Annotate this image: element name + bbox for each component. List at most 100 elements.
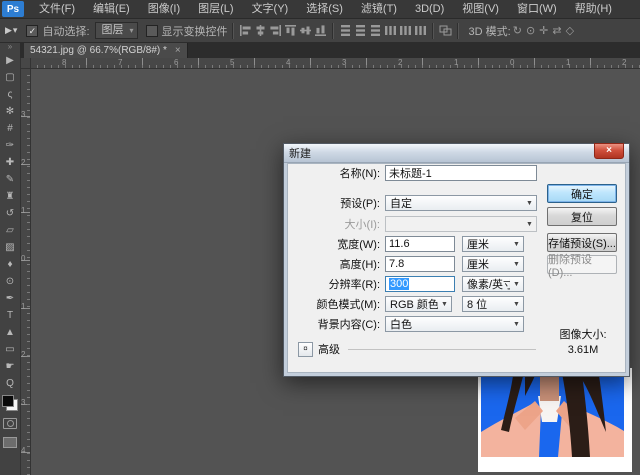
align-top-edges-icon[interactable] xyxy=(284,24,297,37)
hand-tool[interactable]: ☛ xyxy=(1,358,19,375)
dialog-title-bar[interactable]: 新建 × xyxy=(284,144,629,163)
pen-tool[interactable]: ✒ xyxy=(1,290,19,307)
menu-type[interactable]: 文字(Y) xyxy=(243,0,298,18)
3d-roll-icon[interactable]: ⊙ xyxy=(526,24,535,37)
3d-slide-icon[interactable]: ⇄ xyxy=(552,24,561,37)
path-selection-tool[interactable]: ▲ xyxy=(1,324,19,341)
vertical-ruler[interactable]: 3 2 1 0 1 2 3 4 xyxy=(20,68,31,475)
width-unit-dropdown[interactable]: 厘米 ▼ xyxy=(462,236,524,252)
save-preset-button[interactable]: 存储预设(S)... xyxy=(547,233,617,252)
delete-preset-button: 删除预设(D)... xyxy=(547,255,617,274)
menu-help[interactable]: 帮助(H) xyxy=(566,0,621,18)
eraser-tool[interactable]: ▱ xyxy=(1,222,19,239)
collapse-panel-icon[interactable]: » xyxy=(8,42,12,52)
horizontal-ruler[interactable]: 8 7 6 5 4 3 2 1 0 1 2 xyxy=(30,58,640,69)
resolution-input[interactable]: 300 xyxy=(385,276,455,292)
menu-file[interactable]: 文件(F) xyxy=(30,0,84,18)
width-input[interactable]: 11.6 xyxy=(385,236,455,252)
divider xyxy=(348,349,536,350)
name-input[interactable]: 未标题-1 xyxy=(385,165,537,181)
color-depth-dropdown[interactable]: 8 位 ▼ xyxy=(462,296,524,312)
distribute-horizontal-centers-icon[interactable] xyxy=(399,24,412,37)
zoom-tool[interactable]: Q xyxy=(1,375,19,392)
quick-selection-tool[interactable]: ✻ xyxy=(1,103,19,120)
width-label: 宽度(W): xyxy=(288,236,385,252)
distribute-bottom-edges-icon[interactable] xyxy=(369,24,382,37)
chevron-down-icon: ▼ xyxy=(510,281,523,288)
resolution-label: 分辨率(R): xyxy=(288,276,385,292)
menu-edit[interactable]: 编辑(E) xyxy=(84,0,139,18)
distribute-vertical-centers-icon[interactable] xyxy=(354,24,367,37)
distribute-left-edges-icon[interactable] xyxy=(384,24,397,37)
menu-filter[interactable]: 滤镜(T) xyxy=(352,0,406,18)
auto-align-layers-icon[interactable] xyxy=(439,24,452,37)
3d-pan-icon[interactable]: ✛ xyxy=(539,24,548,37)
color-mode-dropdown[interactable]: RGB 颜色 ▼ xyxy=(385,296,452,312)
screen-mode-button[interactable] xyxy=(3,437,17,448)
align-left-edges-icon[interactable] xyxy=(239,24,252,37)
foreground-color-swatch[interactable] xyxy=(2,395,14,407)
blur-tool[interactable]: ♦ xyxy=(1,256,19,273)
size-label: 大小(I): xyxy=(288,216,385,232)
align-horizontal-centers-icon[interactable] xyxy=(254,24,267,37)
auto-select-checkbox[interactable]: ✓ xyxy=(26,25,38,37)
align-bottom-edges-icon[interactable] xyxy=(314,24,327,37)
menu-image[interactable]: 图像(I) xyxy=(139,0,189,18)
clone-stamp-tool[interactable]: ♜ xyxy=(1,188,19,205)
auto-select-target-dropdown[interactable]: 图层 ▾ xyxy=(95,22,138,39)
lasso-tool[interactable]: ς xyxy=(1,86,19,103)
type-tool[interactable]: T xyxy=(1,307,19,324)
chevron-down-icon: ▾ xyxy=(130,23,134,38)
document-tab[interactable]: 54321.jpg @ 66.7%(RGB/8#) * × xyxy=(24,42,188,58)
chevron-down-icon: ▼ xyxy=(523,221,536,228)
crop-tool[interactable]: # xyxy=(1,120,19,137)
spot-healing-brush-tool[interactable]: ✚ xyxy=(1,154,19,171)
rectangle-tool[interactable]: ▭ xyxy=(1,341,19,358)
height-unit-dropdown[interactable]: 厘米 ▼ xyxy=(462,256,524,272)
color-depth-value: 8 位 xyxy=(467,296,510,312)
menu-select[interactable]: 选择(S) xyxy=(297,0,352,18)
dodge-tool[interactable]: ⊙ xyxy=(1,273,19,290)
history-brush-tool[interactable]: ↺ xyxy=(1,205,19,222)
preset-dropdown[interactable]: 自定 ▼ xyxy=(385,195,537,211)
tool-preset-picker-icon[interactable]: ▶▾ xyxy=(5,25,18,36)
3d-scale-icon[interactable]: ◇ xyxy=(566,24,574,37)
background-value: 白色 xyxy=(390,316,510,332)
menu-view[interactable]: 视图(V) xyxy=(453,0,508,18)
gradient-tool[interactable]: ▨ xyxy=(1,239,19,256)
menu-3d[interactable]: 3D(D) xyxy=(406,0,453,18)
auto-select-label: 自动选择: xyxy=(42,23,89,39)
id-photo-image xyxy=(478,368,632,472)
background-label: 背景内容(C): xyxy=(288,316,385,332)
distribute-right-edges-icon[interactable] xyxy=(414,24,427,37)
document-tab-title: 54321.jpg @ 66.7%(RGB/8#) * xyxy=(30,45,167,56)
close-icon[interactable]: × xyxy=(175,45,181,56)
height-input[interactable]: 7.8 xyxy=(385,256,455,272)
show-transform-checkbox[interactable] xyxy=(146,25,158,37)
menu-window[interactable]: 窗口(W) xyxy=(508,0,566,18)
3d-rotate-icon[interactable]: ↻ xyxy=(513,24,522,37)
eyedropper-tool[interactable]: ✑ xyxy=(1,137,19,154)
rectangular-marquee-tool[interactable]: ▢ xyxy=(1,69,19,86)
tool-options-bar: ▶▾ ✓ 自动选择: 图层 ▾ 显示变换控件 3D 模式: ↻ ⊙ ✛ ⇄ ◇ xyxy=(0,19,640,43)
resolution-unit-dropdown[interactable]: 像素/英寸 ▼ xyxy=(462,276,524,292)
preset-value: 自定 xyxy=(390,195,523,211)
preset-label: 预设(P): xyxy=(288,195,385,211)
align-vertical-centers-icon[interactable] xyxy=(299,24,312,37)
dialog-close-button[interactable]: × xyxy=(594,143,624,159)
reset-button[interactable]: 复位 xyxy=(547,207,617,226)
divider xyxy=(432,23,434,39)
quick-mask-button[interactable] xyxy=(3,418,17,429)
move-tool[interactable]: ▶ xyxy=(1,52,19,69)
menu-layer[interactable]: 图层(L) xyxy=(189,0,242,18)
distribute-top-edges-icon[interactable] xyxy=(339,24,352,37)
color-swatches[interactable] xyxy=(2,395,18,411)
auto-select-target-value: 图层 xyxy=(102,23,124,38)
document-tab-bar: 54321.jpg @ 66.7%(RGB/8#) * × xyxy=(20,42,640,58)
align-right-edges-icon[interactable] xyxy=(269,24,282,37)
ok-button[interactable]: 确定 xyxy=(547,184,617,203)
advanced-expander-button[interactable]: ¤ xyxy=(298,342,313,357)
brush-tool[interactable]: ✎ xyxy=(1,171,19,188)
image-size-value: 3.61M xyxy=(540,344,626,356)
background-dropdown[interactable]: 白色 ▼ xyxy=(385,316,524,332)
